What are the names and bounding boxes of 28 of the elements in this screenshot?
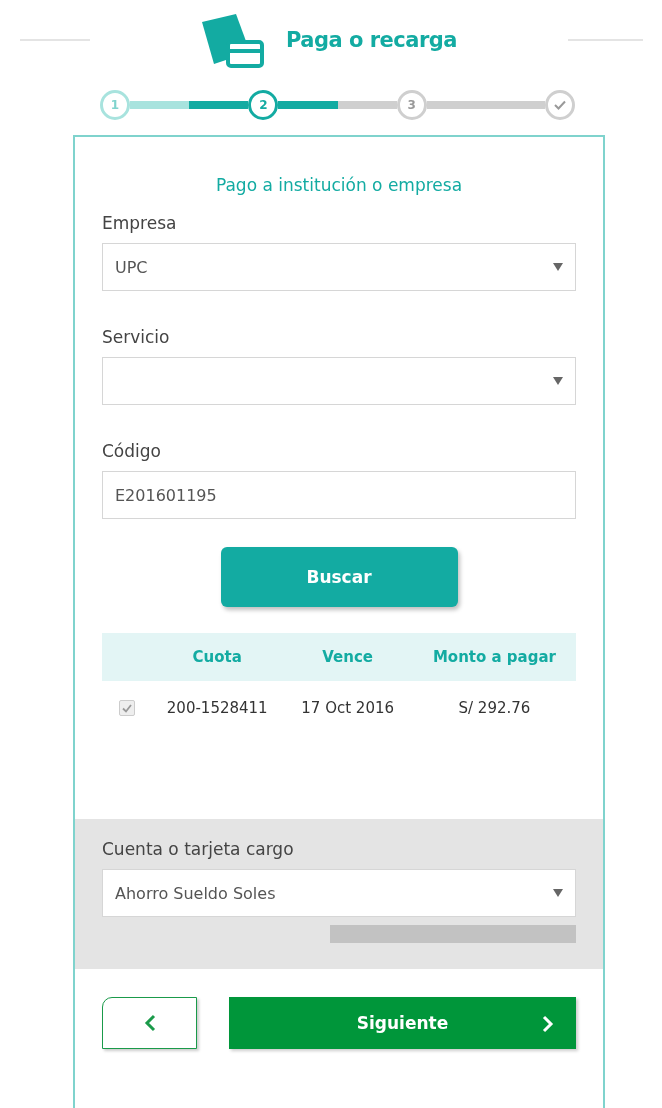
table-cell-text: 17 Oct 2016 bbox=[300, 698, 396, 719]
chevron-right-icon bbox=[542, 1015, 554, 1033]
field-label: Servicio bbox=[102, 327, 171, 347]
field-label: Código bbox=[102, 441, 162, 461]
header-cell bbox=[102, 633, 152, 681]
field-label: Empresa bbox=[102, 213, 178, 233]
input-field[interactable]: E201601195 bbox=[102, 471, 576, 519]
card-icon bbox=[200, 12, 266, 68]
field-label: Cuenta o tarjeta cargo bbox=[102, 839, 295, 859]
step-number: 1 bbox=[100, 90, 130, 120]
step-number: 2 bbox=[248, 90, 279, 120]
page-title: Paga o recarga bbox=[286, 28, 458, 52]
select-field[interactable]: UPC bbox=[102, 243, 576, 291]
chevron-left-icon bbox=[143, 1014, 156, 1032]
back-button[interactable] bbox=[102, 997, 197, 1049]
next-button[interactable]: Siguiente bbox=[229, 997, 576, 1049]
caret-icon bbox=[553, 263, 563, 271]
table-cell-text: S/ 292.76 bbox=[457, 698, 532, 719]
select-field[interactable] bbox=[102, 357, 576, 405]
table-cell-text: 200-1528411 bbox=[165, 698, 269, 719]
caret-icon bbox=[553, 377, 563, 385]
step-number: 3 bbox=[396, 90, 427, 120]
caret-icon bbox=[553, 889, 563, 897]
column-header: Vence bbox=[282, 633, 413, 681]
form-title: Pago a institución o empresa bbox=[214, 175, 464, 195]
column-header: Cuota bbox=[152, 633, 283, 681]
select-field[interactable]: Ahorro Sueldo Soles bbox=[102, 869, 576, 917]
column-header: Monto a pagar bbox=[412, 633, 576, 681]
